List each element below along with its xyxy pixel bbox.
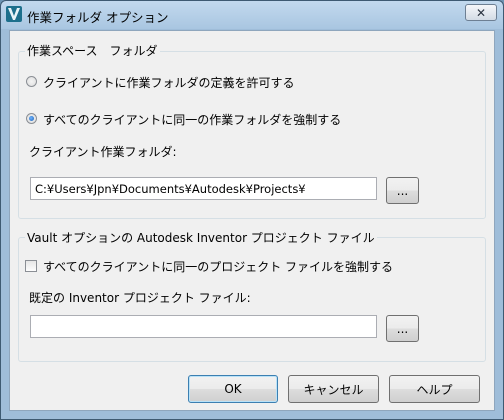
close-button[interactable]: ✕ [465, 4, 497, 21]
help-button[interactable]: ヘルプ [389, 375, 480, 403]
enforce-project-file-checkbox-label[interactable]: すべてのクライアントに同一のプロジェクト ファイルを強制する [43, 258, 393, 275]
default-project-field[interactable] [30, 315, 377, 338]
window-title: 作業フォルダ オプション [27, 10, 169, 25]
default-project-browse-button[interactable]: ... [386, 315, 419, 342]
workspace-folder-group-label: 作業スペース フォルダ [25, 42, 160, 59]
title-bar[interactable]: 作業フォルダ オプション ✕ [1, 1, 503, 29]
enforce-same-folder-radio[interactable] [26, 113, 37, 124]
enforce-project-file-checkbox[interactable] [25, 260, 37, 272]
client-folder-browse-button[interactable]: ... [386, 177, 419, 204]
autodesk-vault-icon [6, 6, 22, 22]
client-folder-label: クライアント作業フォルダ: [29, 145, 177, 159]
enforce-same-folder-radio-label[interactable]: すべてのクライアントに同一の作業フォルダを強制する [43, 111, 341, 128]
close-icon: ✕ [475, 5, 487, 20]
dialog-body: 作業スペース フォルダ クライアントに作業フォルダの定義を許可する すべてのクラ… [9, 30, 495, 411]
client-folder-field[interactable]: C:¥Users¥Jpn¥Documents¥Autodesk¥Projects… [30, 177, 377, 200]
ok-button[interactable]: OK [188, 375, 278, 403]
cancel-button[interactable]: キャンセル [288, 375, 379, 403]
default-project-label: 既定の Inventor プロジェクト ファイル: [29, 291, 251, 305]
vault-options-group-label: Vault オプションの Autodesk Inventor プロジェクト ファ… [25, 229, 377, 246]
allow-client-radio-label[interactable]: クライアントに作業フォルダの定義を許可する [43, 74, 295, 91]
allow-client-radio[interactable] [26, 76, 37, 87]
dialog-window: 作業フォルダ オプション ✕ 作業スペース フォルダ クライアントに作業フォルダ… [0, 0, 504, 420]
